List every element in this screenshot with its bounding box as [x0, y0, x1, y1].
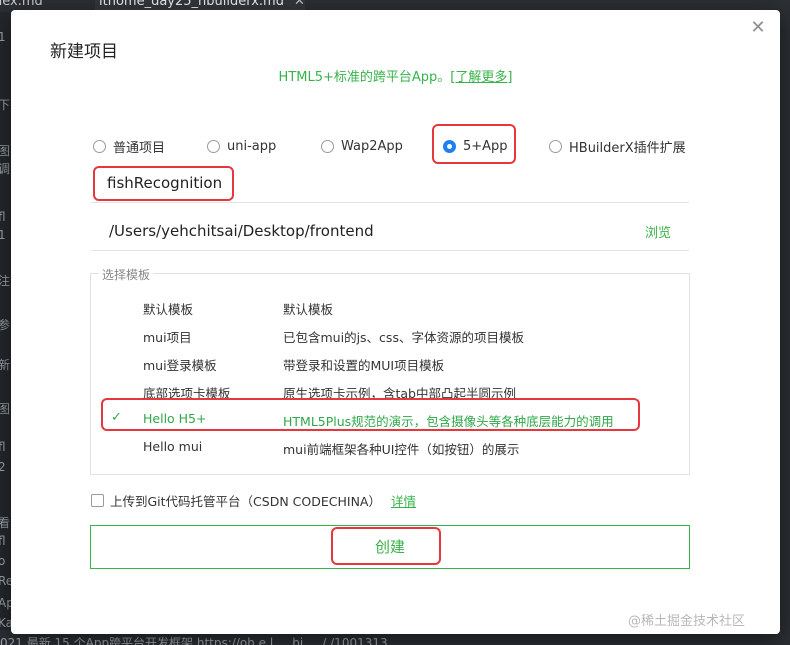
project-type-group: 普通项目 uni-app Wap2App 5+App HBuilderX插件扩展: [91, 134, 701, 158]
gutter-line: 看: [0, 516, 11, 530]
gutter-line: 图: [0, 402, 11, 416]
template-desc: mui前端框架各种UI控件（如按钮）的展示: [283, 442, 520, 457]
watermark: @稀土掘金技术社区: [628, 614, 746, 629]
radio-icon: [93, 139, 106, 153]
type-plugin-radio[interactable]: HBuilderX插件扩展: [549, 134, 686, 158]
gutter-line: fl: [0, 210, 6, 224]
git-upload-row: 上传到Git代码托管平台（CSDN CODECHINA） 详情: [91, 490, 416, 510]
type-wap2app-radio[interactable]: Wap2App: [321, 134, 403, 158]
radio-icon: [321, 139, 334, 153]
gutter-line: fl: [0, 534, 6, 548]
dialog-title: 新建项目: [50, 42, 118, 62]
editor-tab-label: ithome_day25_hbuilderx.md: [99, 0, 284, 9]
highlight-project-name: [93, 166, 234, 201]
template-row[interactable]: 默认模板 默认模板: [91, 295, 689, 319]
template-name: mui登录模板: [143, 358, 217, 373]
template-desc: 已包含mui的js、css、字体资源的项目模板: [283, 330, 524, 345]
browse-button[interactable]: 浏览: [645, 222, 671, 241]
template-desc: 带登录和设置的MUI项目模板: [283, 358, 445, 373]
tab-close-icon[interactable]: ✕: [294, 0, 305, 9]
radio-icon: [207, 139, 220, 153]
template-desc: 默认模板: [283, 302, 334, 317]
git-upload-checkbox[interactable]: [91, 493, 104, 507]
gutter-line: 新: [0, 358, 11, 372]
close-icon[interactable]: ✕: [748, 18, 768, 38]
learn-more-link[interactable]: [了解更多]: [450, 70, 512, 85]
dialog-subtitle: HTML5+标准的跨平台App。[了解更多]: [11, 66, 780, 85]
template-name: 默认模板: [143, 302, 194, 317]
subtitle-text: HTML5+标准的跨平台App。: [278, 70, 451, 85]
details-link[interactable]: 详情: [391, 491, 416, 510]
gutter-line: 2: [0, 460, 6, 474]
type-normal-radio[interactable]: 普通项目: [93, 134, 165, 158]
gutter-line: 1: [0, 228, 6, 242]
gutter-line: 调: [0, 162, 11, 176]
gutter-line: 1: [0, 30, 6, 44]
type-label: 普通项目: [113, 140, 166, 156]
radio-icon: [549, 139, 562, 153]
git-upload-label: 上传到Git代码托管平台（CSDN CODECHINA）: [110, 493, 381, 509]
type-label: Wap2App: [341, 138, 403, 154]
editor-tab[interactable]: dex.md: [0, 0, 43, 9]
gutter-line: o: [0, 554, 6, 568]
template-name: Hello mui: [143, 439, 203, 454]
type-uniapp-radio[interactable]: uni-app: [207, 134, 276, 158]
gutter-line: 注: [0, 274, 11, 288]
template-legend: 选择模板: [99, 266, 154, 283]
editor-bottom-text: 021 最新 15 个App跨平台开发框架 https://oh e l ...…: [0, 636, 388, 645]
template-row[interactable]: mui项目 已包含mui的js、css、字体资源的项目模板: [91, 323, 689, 347]
gutter-line: 图: [0, 144, 11, 158]
gutter-line: fl: [0, 440, 6, 454]
gutter-line: 参: [0, 318, 11, 332]
template-name: mui项目: [143, 330, 192, 345]
highlight-create-button: [331, 527, 441, 565]
type-label: uni-app: [227, 138, 277, 154]
template-list: 选择模板 默认模板 默认模板 mui项目 已包含mui的js、css、字体资源的项目…: [90, 266, 690, 475]
highlight-hello-h5: [101, 398, 640, 431]
type-label: HBuilderX插件扩展: [569, 140, 686, 156]
highlight-5plusapp: [432, 124, 516, 164]
template-row[interactable]: Hello mui mui前端框架各种UI控件（如按钮）的展示: [91, 435, 689, 459]
project-path-input[interactable]: [91, 211, 689, 251]
template-row[interactable]: mui登录模板 带登录和设置的MUI项目模板: [91, 351, 689, 375]
gutter-line: 下: [0, 98, 11, 112]
